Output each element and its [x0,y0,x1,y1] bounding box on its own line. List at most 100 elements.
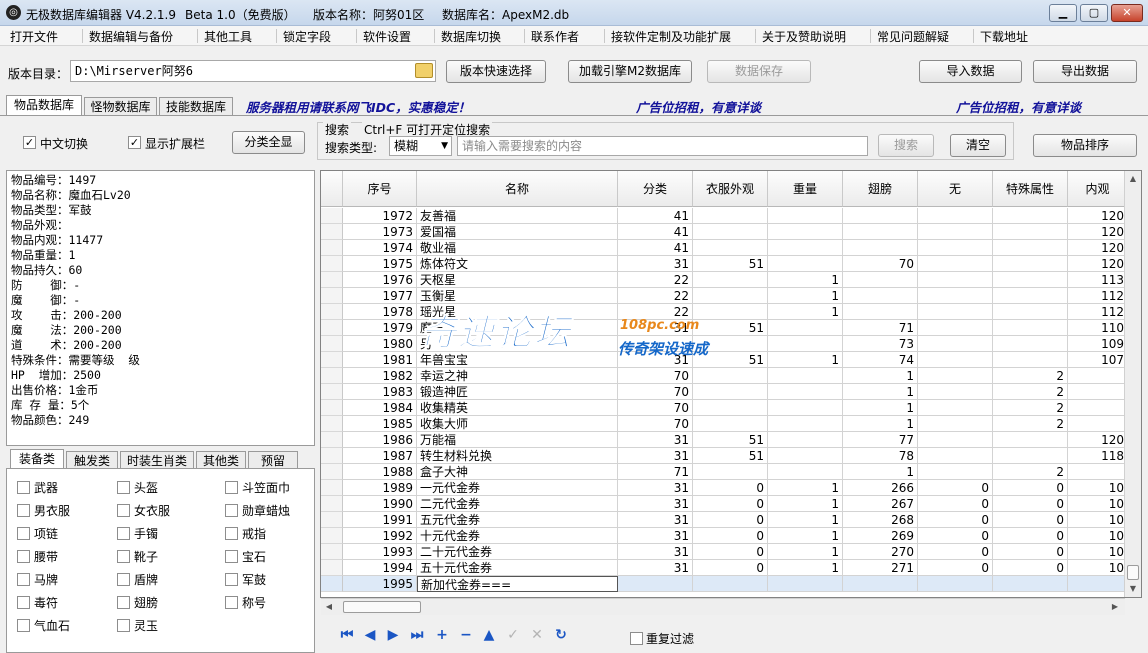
grid-cell[interactable]: 51 [693,320,768,336]
category-checkbox[interactable] [117,573,130,586]
prior-record-icon[interactable]: ◀ [362,627,378,643]
category-option[interactable]: 男衣服 [17,502,70,519]
grid-cell[interactable] [843,288,918,304]
menu-item-3[interactable]: 其他工具 [204,28,252,45]
grid-cell[interactable]: 1 [843,368,918,384]
grid-cell[interactable]: 0 [918,496,993,512]
grid-cell[interactable] [693,416,768,432]
grid-cell[interactable]: 0 [993,496,1068,512]
grid-cell[interactable] [993,320,1068,336]
grid-cell[interactable] [918,400,993,416]
category-option[interactable]: 灵玉 [117,617,158,634]
grid-cell[interactable] [918,208,993,224]
grid-cell[interactable]: 1986 [343,432,417,448]
grid-cell[interactable]: 10 [1068,496,1128,512]
grid-cell[interactable] [693,400,768,416]
category-option[interactable]: 武器 [17,479,58,496]
grid-cell[interactable]: 1 [768,480,843,496]
grid-cell[interactable]: 31 [618,320,693,336]
row-indicator[interactable] [321,352,343,368]
menu-item-5[interactable]: 软件设置 [363,28,411,45]
grid-cell[interactable]: 0 [993,560,1068,576]
grid-cell[interactable]: 0 [693,528,768,544]
grid-cell[interactable]: 1 [768,352,843,368]
category-checkbox[interactable] [117,527,130,540]
grid-cell[interactable] [843,208,918,224]
grid-cell[interactable]: 70 [618,368,693,384]
row-indicator[interactable] [321,272,343,288]
grid-cell[interactable] [843,576,918,592]
grid-cell[interactable]: 70 [618,400,693,416]
tab-monsters[interactable]: 怪物数据库 [84,97,157,115]
grid-cell[interactable] [843,272,918,288]
grid-cell[interactable] [768,448,843,464]
grid-cell[interactable] [768,256,843,272]
row-indicator[interactable] [321,496,343,512]
maximize-button[interactable]: ▢ [1080,4,1108,22]
grid-cell[interactable] [768,368,843,384]
row-indicator[interactable] [321,368,343,384]
grid-cell[interactable]: 70 [618,384,693,400]
grid-cell[interactable]: 幸运之神 [417,368,618,384]
grid-cell[interactable]: 1984 [343,400,417,416]
grid-cell[interactable]: 120 [1068,224,1128,240]
grid-cell[interactable]: 270 [843,544,918,560]
grid-cell[interactable]: 71 [843,320,918,336]
category-option[interactable]: 称号 [225,594,266,611]
grid-cell[interactable]: 二元代金券 [417,496,618,512]
column-header[interactable]: 重量 [768,171,843,207]
grid-cell[interactable]: 1990 [343,496,417,512]
grid-cell[interactable] [993,240,1068,256]
cancel-edit-icon[interactable]: ✕ [529,627,545,643]
grid-cell[interactable]: 31 [618,528,693,544]
menu-item-8[interactable]: 接软件定制及功能扩展 [611,28,731,45]
grid-cell[interactable] [1068,464,1128,480]
grid-cell[interactable] [693,336,768,352]
column-header[interactable]: 内观 [1068,171,1128,207]
grid-cell[interactable]: 113 [1068,272,1128,288]
row-indicator[interactable] [321,208,343,224]
category-option[interactable]: 马牌 [17,571,58,588]
category-checkbox[interactable] [117,596,130,609]
grid-cell[interactable]: 1 [768,304,843,320]
menu-item-10[interactable]: 常见问题解疑 [877,28,949,45]
category-option[interactable]: 手镯 [117,525,158,542]
grid-cell[interactable] [918,288,993,304]
grid-cell[interactable]: 爱国福 [417,224,618,240]
dir-input[interactable]: D:\Mirserver阿努6 [70,60,436,82]
grid-cell[interactable] [768,336,843,352]
category-option[interactable]: 斗笠面巾 [225,479,290,496]
grid-cell[interactable] [768,224,843,240]
grid-cell[interactable]: 1 [768,560,843,576]
menu-item-4[interactable]: 锁定字段 [283,28,331,45]
grid-cell[interactable]: 31 [618,512,693,528]
grid-cell[interactable] [843,304,918,320]
insert-record-icon[interactable]: + [434,627,450,643]
grid-cell[interactable]: 120 [1068,208,1128,224]
grid-cell[interactable]: 22 [618,288,693,304]
grid-cell[interactable]: 1972 [343,208,417,224]
grid-cell[interactable]: 22 [618,304,693,320]
search-type-select[interactable]: 模糊 ▼ [389,136,452,156]
grid-cell[interactable]: 1978 [343,304,417,320]
last-record-icon[interactable]: ⏭ [409,627,425,643]
grid-cell[interactable] [918,336,993,352]
grid-cell[interactable]: 2 [993,384,1068,400]
category-option[interactable]: 军鼓 [225,571,266,588]
grid-cell[interactable] [768,576,843,592]
grid-cell[interactable]: 77 [843,432,918,448]
grid-cell[interactable]: 0 [918,560,993,576]
grid-cell[interactable]: 0 [693,544,768,560]
grid-cell[interactable] [693,576,768,592]
menu-item-6[interactable]: 数据库切换 [441,28,501,45]
grid-cell[interactable]: 31 [618,256,693,272]
grid-cell[interactable]: 41 [618,240,693,256]
grid-cell[interactable]: 1 [768,272,843,288]
grid-cell[interactable]: 0 [693,496,768,512]
category-option[interactable]: 气血石 [17,617,70,634]
grid-cell[interactable]: 266 [843,480,918,496]
grid-cell[interactable]: 收集大师 [417,416,618,432]
category-checkbox[interactable] [17,504,30,517]
import-button[interactable]: 导入数据 [919,60,1022,83]
grid-cell[interactable]: 112 [1068,304,1128,320]
